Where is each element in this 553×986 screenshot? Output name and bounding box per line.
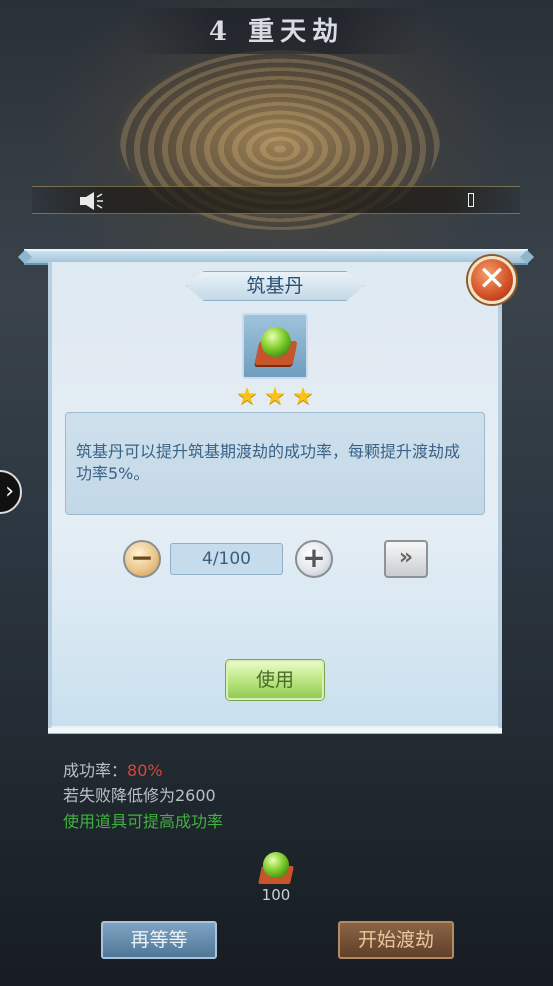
- max-quantity-button[interactable]: »: [384, 540, 428, 578]
- success-rate-value: 80%: [127, 761, 163, 780]
- start-tribulation-button[interactable]: 开始渡劫: [338, 921, 454, 959]
- owned-pill-count: 100: [261, 886, 291, 904]
- star-icon: ★: [236, 382, 258, 410]
- page-title: 4 重天劫: [208, 17, 345, 47]
- star-icon: ★: [264, 382, 286, 410]
- close-icon: ✕: [477, 259, 507, 299]
- item-name-title: 筑基丹: [186, 271, 364, 301]
- use-button[interactable]: 使用: [226, 660, 324, 700]
- item-rating: ★ ★ ★: [234, 383, 316, 409]
- pill-icon: [263, 852, 289, 878]
- speaker-icon[interactable]: [78, 190, 106, 212]
- success-rate-label: 成功率：: [63, 761, 128, 780]
- success-rate: 成功率：80%: [63, 760, 163, 782]
- item-tip-text: 使用道具可提高成功率: [63, 812, 224, 831]
- star-icon: ★: [292, 382, 314, 410]
- quantity-field[interactable]: 4/100: [170, 543, 283, 575]
- bracket-icon: [468, 193, 474, 207]
- owned-pill-icon[interactable]: [254, 848, 298, 888]
- increase-button[interactable]: +: [295, 540, 333, 578]
- item-description: 筑基丹可以提升筑基期渡劫的成功率，每颗提升渡劫成功率5%。: [65, 412, 485, 515]
- fail-penalty-text: 若失败降低修为2600: [63, 786, 216, 805]
- pill-icon: [261, 327, 291, 357]
- dialog-bottom-edge: [48, 728, 502, 734]
- item-icon-slot: [242, 313, 308, 379]
- decrease-button[interactable]: −: [123, 540, 161, 578]
- close-button[interactable]: ✕: [468, 256, 516, 304]
- wait-button[interactable]: 再等等: [101, 921, 217, 959]
